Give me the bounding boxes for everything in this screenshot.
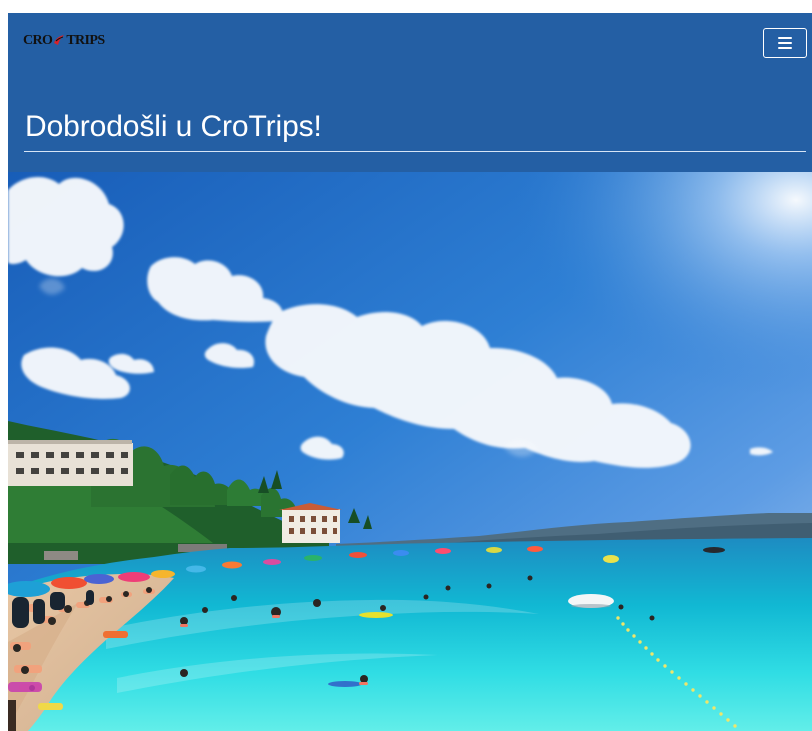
beach-photo [8,172,812,731]
title-divider [24,151,806,152]
page: CRO TRIPS Dobrodošli u CroTrips! [8,13,812,731]
brand-logo-text-part-1: CRO [23,33,53,48]
brand-logo-text-part-2: TRIPS [66,33,105,48]
site-header: CRO TRIPS Dobrodošli u CroTrips! [8,13,812,172]
page-title: Dobrodošli u CroTrips! [25,110,322,143]
brand-logo[interactable]: CRO TRIPS [23,30,105,52]
menu-button[interactable] [763,28,807,58]
hamburger-menu-icon [778,37,792,49]
brand-logo-mark-icon [53,34,65,46]
hero-image [8,172,812,731]
